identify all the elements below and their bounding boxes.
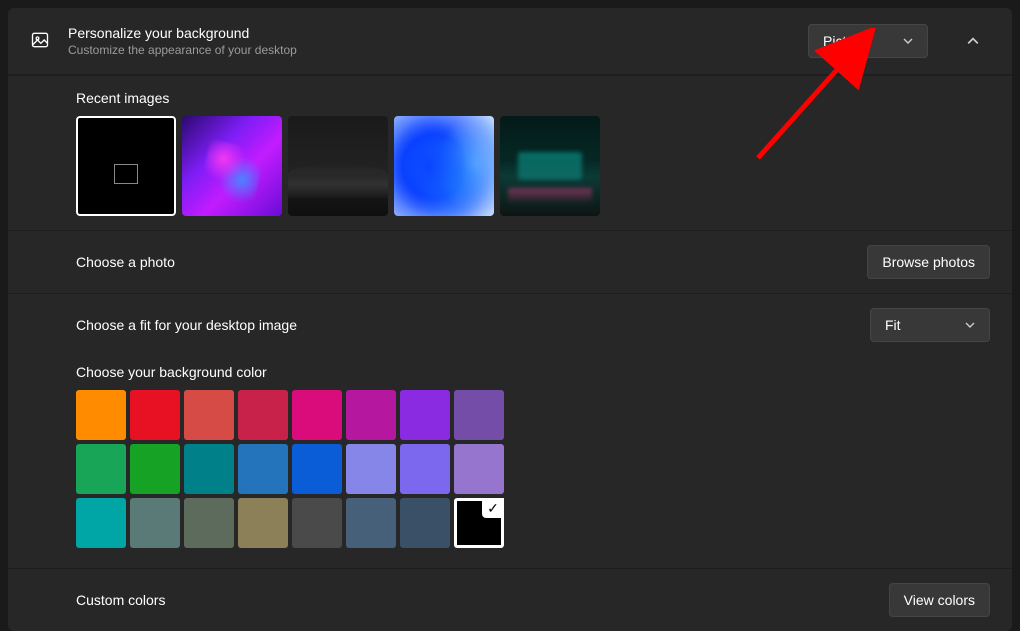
- color-swatch-11[interactable]: [238, 444, 288, 494]
- color-swatch-21[interactable]: [346, 498, 396, 548]
- recent-image-1[interactable]: [182, 116, 282, 216]
- fit-dropdown[interactable]: Fit: [870, 308, 990, 342]
- browse-photos-button[interactable]: Browse photos: [867, 245, 990, 279]
- recent-image-2[interactable]: [288, 116, 388, 216]
- recent-image-4[interactable]: [500, 116, 600, 216]
- choose-photo-section: Choose a photo Browse photos: [8, 230, 1012, 293]
- fit-title: Choose a fit for your desktop image: [76, 317, 297, 333]
- header-subtitle: Customize the appearance of your desktop: [68, 43, 790, 57]
- background-type-dropdown[interactable]: Picture: [808, 24, 928, 58]
- header-title: Personalize your background: [68, 25, 790, 41]
- color-swatch-9[interactable]: [130, 444, 180, 494]
- chevron-down-icon: [965, 320, 975, 330]
- recent-image-0[interactable]: [76, 116, 176, 216]
- color-swatches: ✓: [76, 390, 556, 548]
- color-swatch-23[interactable]: ✓: [454, 498, 504, 548]
- view-colors-button[interactable]: View colors: [889, 583, 990, 617]
- color-swatch-18[interactable]: [184, 498, 234, 548]
- fit-section: Choose a fit for your desktop image Fit …: [8, 293, 1012, 568]
- colors-title: Choose your background color: [76, 364, 990, 380]
- dropdown-value: Picture: [823, 33, 867, 49]
- custom-colors-title: Custom colors: [76, 592, 165, 608]
- picture-icon: [30, 30, 50, 53]
- color-swatch-14[interactable]: [400, 444, 450, 494]
- chevron-up-icon: [967, 35, 979, 47]
- recent-image-3[interactable]: [394, 116, 494, 216]
- color-swatch-16[interactable]: [76, 498, 126, 548]
- color-swatch-17[interactable]: [130, 498, 180, 548]
- check-icon: ✓: [482, 498, 504, 518]
- recent-images-section: Recent images: [8, 74, 1012, 230]
- choose-photo-title: Choose a photo: [76, 254, 175, 270]
- recent-images-list: [76, 116, 990, 216]
- color-swatch-3[interactable]: [238, 390, 288, 440]
- color-swatch-20[interactable]: [292, 498, 342, 548]
- color-swatch-6[interactable]: [400, 390, 450, 440]
- fit-value: Fit: [885, 317, 901, 333]
- header-row: Personalize your background Customize th…: [8, 8, 1012, 74]
- color-swatch-2[interactable]: [184, 390, 234, 440]
- color-swatch-8[interactable]: [76, 444, 126, 494]
- color-swatch-15[interactable]: [454, 444, 504, 494]
- collapse-button[interactable]: [956, 24, 990, 58]
- color-swatch-0[interactable]: [76, 390, 126, 440]
- color-swatch-13[interactable]: [346, 444, 396, 494]
- color-swatch-19[interactable]: [238, 498, 288, 548]
- color-swatch-4[interactable]: [292, 390, 342, 440]
- chevron-down-icon: [903, 36, 913, 46]
- color-swatch-5[interactable]: [346, 390, 396, 440]
- color-swatch-12[interactable]: [292, 444, 342, 494]
- color-swatch-7[interactable]: [454, 390, 504, 440]
- color-swatch-22[interactable]: [400, 498, 450, 548]
- background-settings-panel: Personalize your background Customize th…: [8, 8, 1012, 631]
- custom-colors-section: Custom colors View colors: [8, 568, 1012, 631]
- recent-images-title: Recent images: [76, 90, 990, 106]
- color-swatch-1[interactable]: [130, 390, 180, 440]
- color-swatch-10[interactable]: [184, 444, 234, 494]
